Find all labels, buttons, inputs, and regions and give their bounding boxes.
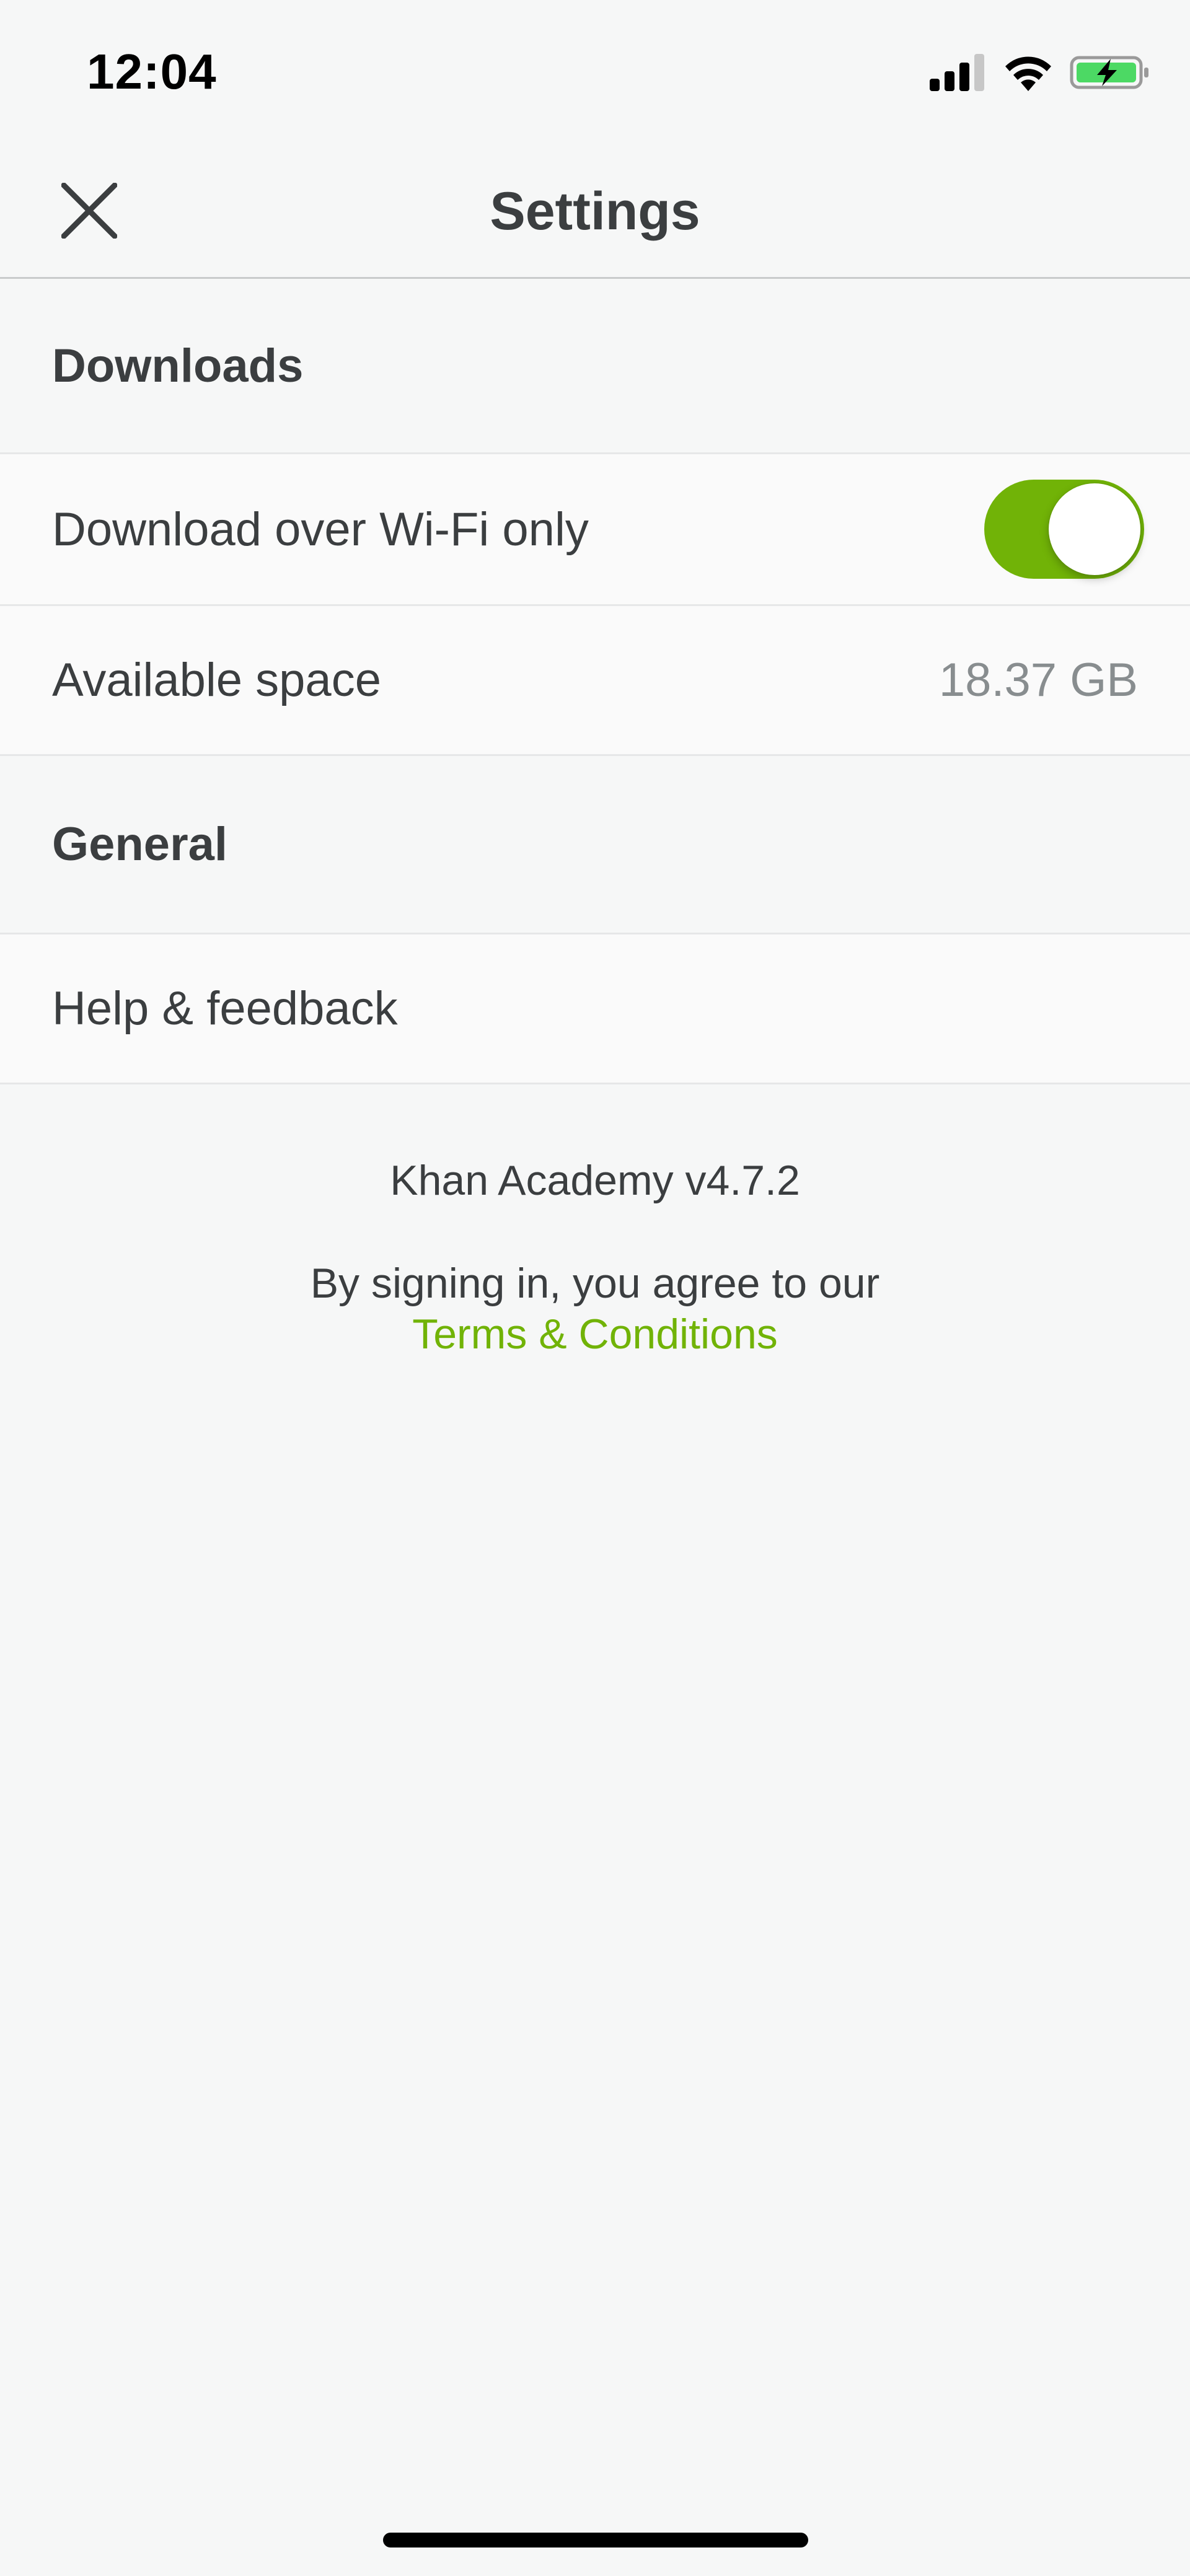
status-icons	[930, 52, 1150, 95]
legal-notice: By signing in, you agree to our Terms & …	[0, 1258, 1190, 1360]
terms-conditions-link[interactable]: Terms & Conditions	[412, 1311, 778, 1358]
toggle-knob	[1049, 483, 1140, 575]
available-space-value: 18.37 GB	[938, 654, 1138, 706]
download-wifi-only-label: Download over Wi-Fi only	[52, 503, 589, 556]
help-feedback-row[interactable]: Help & feedback	[0, 933, 1190, 1084]
status-bar: 12:04	[0, 0, 1190, 144]
legal-text: By signing in, you agree to our	[310, 1260, 880, 1307]
app-version: Khan Academy v4.7.2	[390, 1157, 800, 1204]
nav-bar: Settings	[0, 144, 1190, 279]
help-feedback-label: Help & feedback	[52, 982, 398, 1035]
download-wifi-only-toggle[interactable]	[984, 480, 1144, 579]
wifi-icon	[1003, 54, 1054, 94]
section-header-general: General	[0, 756, 1190, 933]
cellular-signal-icon	[930, 53, 987, 94]
status-time: 12:04	[87, 44, 217, 99]
download-wifi-only-row: Download over Wi-Fi only	[0, 452, 1190, 604]
available-space-row: Available space 18.37 GB	[0, 604, 1190, 756]
section-header-label: General	[52, 818, 228, 871]
page-title: Settings	[490, 182, 700, 241]
home-indicator	[383, 2533, 808, 2547]
battery-charging-icon	[1070, 54, 1150, 94]
section-header-downloads: Downloads	[0, 279, 1190, 452]
section-header-label: Downloads	[52, 339, 304, 392]
available-space-label: Available space	[52, 654, 381, 706]
